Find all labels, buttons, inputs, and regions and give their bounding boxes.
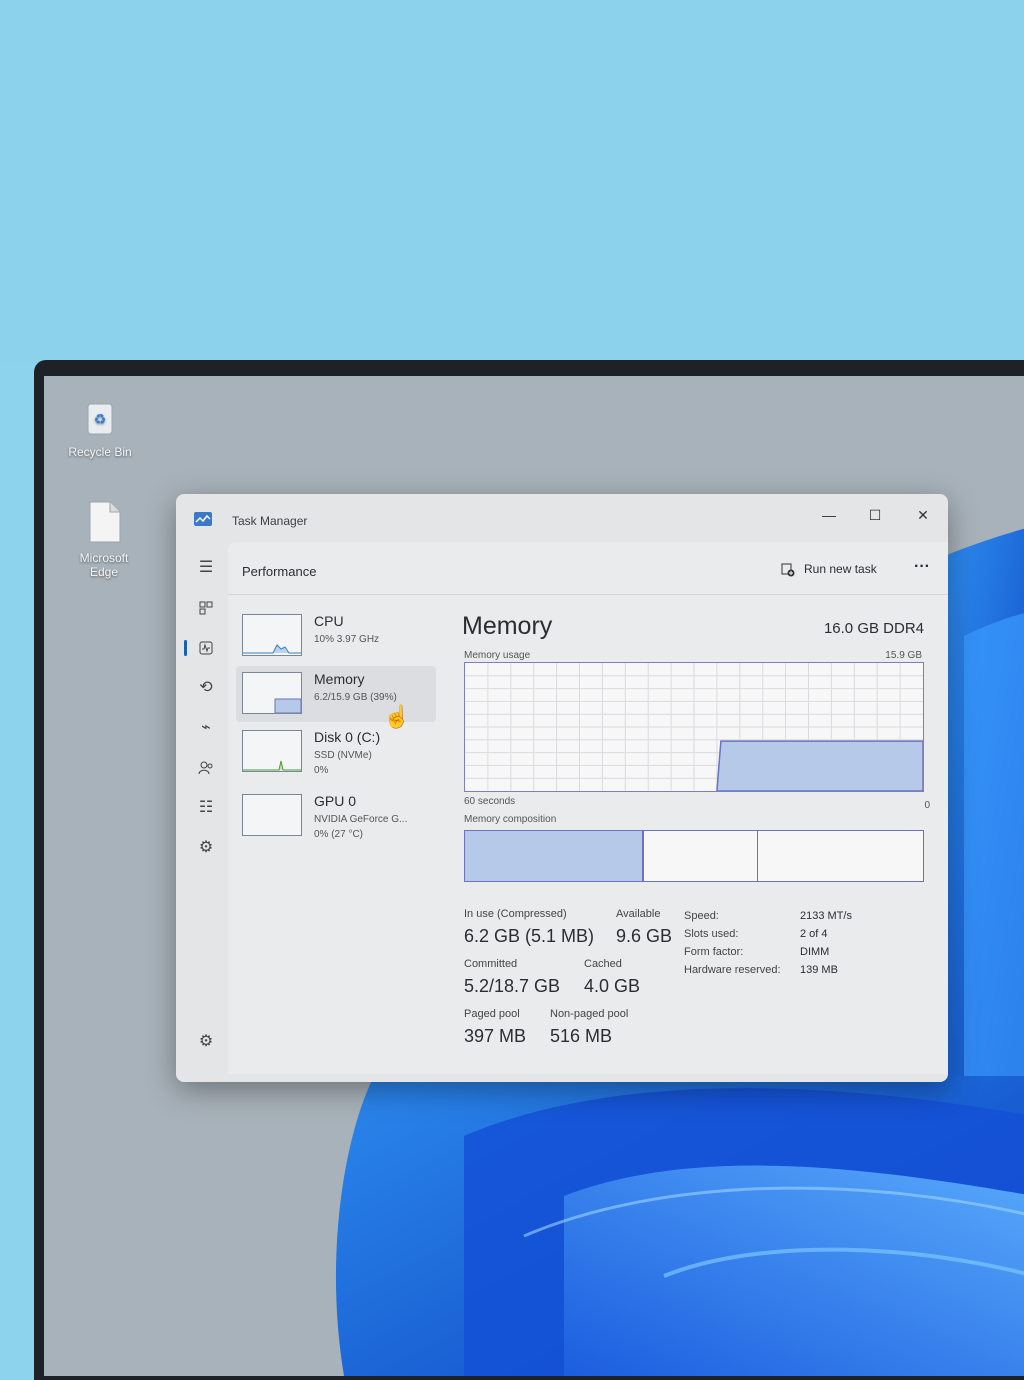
close-button[interactable]: ✕ [900,498,946,532]
memory-usage-graph [464,662,924,792]
startup-apps-icon[interactable]: ⌁ [190,712,222,744]
resource-name: GPU 0 [314,793,357,809]
resource-disk[interactable]: Disk 0 (C:) SSD (NVMe) 0% [236,724,436,780]
performance-icon[interactable] [190,632,222,664]
committed-value: 5.2/18.7 GB [464,976,561,996]
disk-thumbnail [242,730,302,772]
settings-icon[interactable]: ⚙ [190,1026,222,1058]
disk-type: SSD (NVMe) [314,750,372,761]
spec-slots-key: Slots used: [684,928,739,940]
gpu-usage: 0% (27 °C) [314,829,364,840]
non-paged-pool-label: Non-paged pool [550,1008,629,1020]
memory-spec: 16.0 GB DDR4 [823,620,924,637]
spec-reserved-value: 139 MB [800,964,838,976]
available-label: Available [616,908,661,920]
time-axis-label: 60 seconds [464,796,516,807]
desktop-icon-microsoft-edge[interactable]: Microsoft Edge [64,500,144,579]
minimize-button[interactable]: — [806,498,852,532]
maximize-button[interactable]: ☐ [852,498,898,532]
resource-name: Disk 0 (C:) [314,729,381,745]
processes-icon[interactable] [190,592,222,624]
recycle-bin-icon: ♻ [60,400,140,441]
memory-detail-panel: Memory 16.0 GB DDR4 Memory usage 15.9 GB… [456,594,936,1064]
memory-usage-label: Memory usage [464,650,531,661]
resource-cpu[interactable]: CPU 10% 3.97 GHz [236,608,436,664]
details-icon[interactable]: ☷ [190,792,222,824]
cpu-thumbnail [242,614,302,656]
memory-composition-bar [464,830,924,882]
wall-background [0,0,1024,365]
page-title: Performance [242,564,317,579]
resource-gpu[interactable]: GPU 0 NVIDIA GeForce G... 0% (27 °C) [236,788,436,844]
navigation-rail: ☰ ⟲ ⌁ ☷ ⚙ ⚙ [184,542,228,1066]
spec-speed-value: 2133 MT/s [800,910,852,922]
disk-usage: 0% [314,765,329,776]
run-task-icon [780,556,796,582]
performance-page: Performance Run new task ··· CPU 10% 3.9… [228,542,948,1074]
in-use-value: 6.2 GB (5.1 MB) [464,926,595,946]
paged-pool-value: 397 MB [464,1026,527,1046]
committed-label: Committed [464,958,518,970]
task-manager-window: Task Manager — ☐ ✕ ☰ ⟲ ⌁ ☷ ⚙ ⚙ Performan… [176,494,948,1082]
composition-free [758,831,923,881]
hand-cursor-icon: ☝ [383,704,411,729]
paged-pool-label: Paged pool [464,1008,520,1020]
more-options-button[interactable]: ··· [908,556,936,582]
memory-composition-label: Memory composition [464,814,557,825]
resource-detail: 10% 3.97 GHz [314,634,380,645]
title-bar[interactable]: Task Manager — ☐ ✕ [176,494,948,542]
run-new-task-label: Run new task [804,562,877,576]
in-use-label: In use (Compressed) [464,908,567,920]
cached-label: Cached [584,958,622,970]
memory-usage-max: 15.9 GB [885,650,922,661]
hamburger-icon[interactable]: ☰ [190,552,222,584]
resource-name: Memory [314,671,365,687]
resource-detail: 6.2/15.9 GB (39%) [314,692,397,703]
resource-detail: NVIDIA GeForce G... 0% (27 °C) [314,812,407,842]
desktop-icon-label: Recycle Bin [68,445,132,459]
composition-in-use [465,831,644,881]
spec-form-key: Form factor: [684,946,744,958]
non-paged-pool-value: 516 MB [550,1026,613,1046]
window-title: Task Manager [232,514,308,528]
desktop-icon-recycle-bin[interactable]: ♻ Recycle Bin [60,400,140,459]
spec-slots-value: 2 of 4 [800,928,828,940]
axis-zero-label: 0 [924,800,930,811]
desktop-icon-label: Microsoft Edge [79,551,129,579]
active-indicator [184,640,187,656]
available-value: 9.6 GB [616,926,673,946]
resource-detail: SSD (NVMe) 0% [314,748,372,778]
page-header: Performance Run new task ··· [228,542,948,595]
svg-text:♻: ♻ [94,411,107,427]
resource-name: CPU [314,613,344,629]
memory-title: Memory [462,612,553,640]
spec-reserved-key: Hardware reserved: [684,964,781,976]
gpu-model: NVIDIA GeForce G... [314,814,408,825]
app-history-icon[interactable]: ⟲ [190,672,222,704]
users-icon[interactable] [190,752,222,784]
cached-value: 4.0 GB [584,976,641,996]
composition-standby [644,831,759,881]
file-icon [64,500,144,547]
gpu-thumbnail [242,794,302,836]
run-new-task-button[interactable]: Run new task [780,556,877,582]
services-icon[interactable]: ⚙ [190,832,222,864]
usage-area [716,740,924,792]
memory-thumbnail [242,672,302,714]
spec-form-value: DIMM [800,946,830,958]
task-manager-icon [194,512,212,531]
spec-speed-key: Speed: [684,910,719,922]
